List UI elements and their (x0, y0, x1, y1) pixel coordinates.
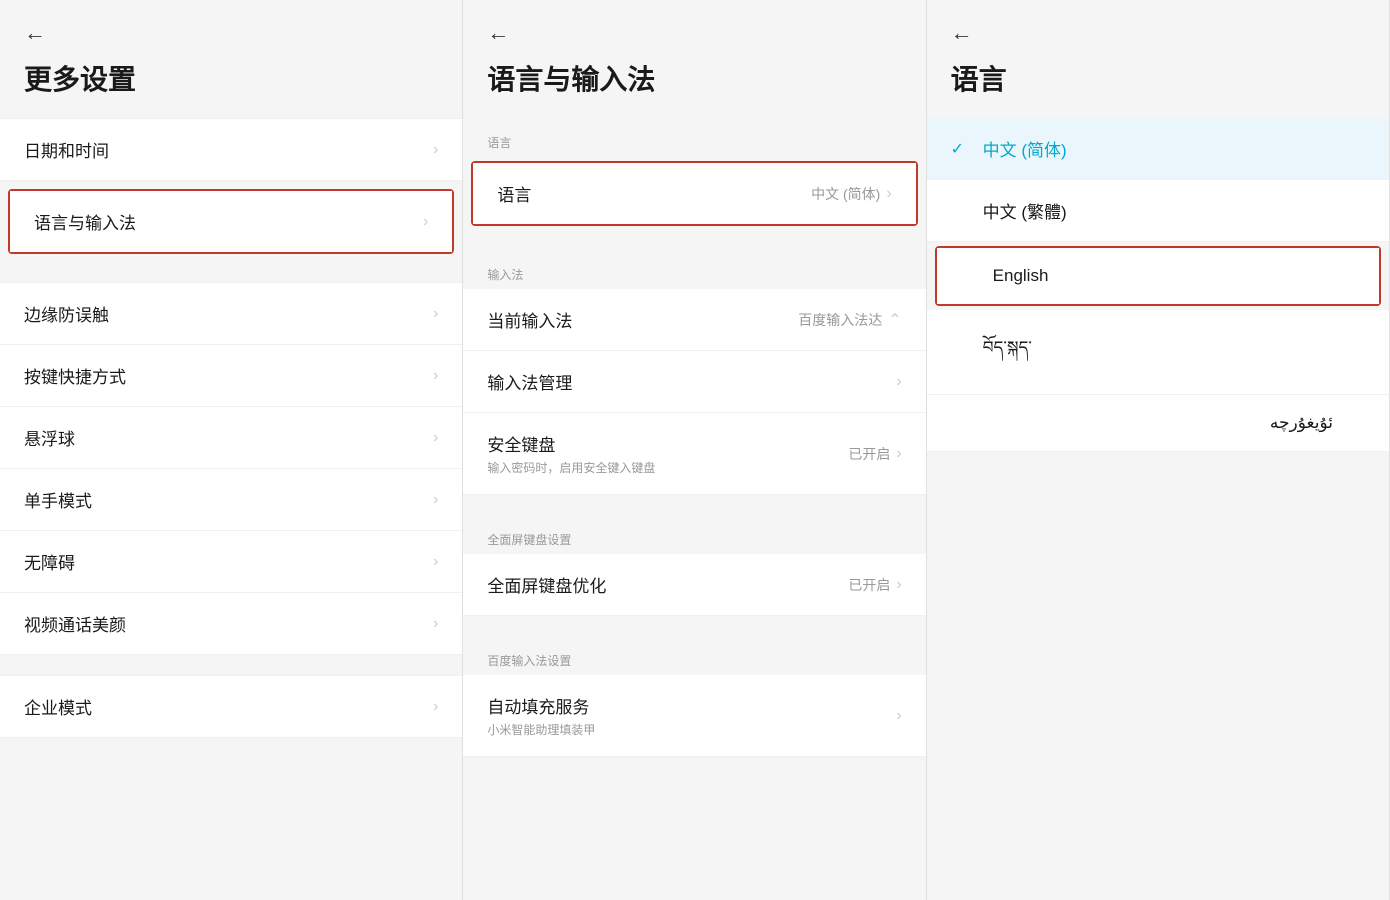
zh-hant-check-icon: ✓ (951, 201, 971, 221)
english-check-icon: ✓ (961, 266, 981, 286)
panel2-language-section-label: 语言 (463, 118, 925, 157)
panel-language-input: ← 语言与输入法 语言 语言 中文 (简体) › 输入法 当前输入法 (463, 0, 926, 900)
list-item-secure-keyboard[interactable]: 安全键盘 输入密码时，启用安全键入键盘 已开启 › (463, 413, 925, 495)
panel3-title: 语言 (951, 58, 1365, 98)
list-item-floating-ball[interactable]: 悬浮球 › (0, 407, 462, 469)
panel1-group3: 企业模式 › (0, 675, 462, 738)
lang-item-zh-hans[interactable]: ✓ 中文 (简体) (927, 118, 1389, 180)
tibetan-label: བོད་སྐད་ (983, 328, 1032, 376)
english-label: English (993, 266, 1049, 286)
panel2-title: 语言与输入法 (487, 58, 901, 98)
button-shortcut-label: 按键快捷方式 (24, 363, 126, 388)
panel1-title: 更多设置 (24, 58, 438, 98)
list-item-language[interactable]: 语言 中文 (简体) › (473, 163, 915, 224)
fullscreen-keyboard-value: 已开启 (848, 575, 890, 595)
panel3-header: ← 语言 (927, 0, 1389, 118)
english-highlight-wrapper: ✓ English (935, 246, 1381, 306)
panel1-group1: 日期和时间 › 语言与输入法 › (0, 118, 462, 254)
panel1-group2: 边缘防误触 › 按键快捷方式 › 悬浮球 › (0, 282, 462, 655)
panel2-input-section-label: 输入法 (463, 250, 925, 289)
list-item-enterprise[interactable]: 企业模式 › (0, 675, 462, 738)
language-input-chevron-icon: › (423, 213, 428, 231)
list-item-autofill[interactable]: 自动填充服务 小米智能助理填装甲 › (463, 675, 925, 757)
tibetan-check-icon: ✓ (951, 342, 971, 362)
floating-ball-chevron-icon: › (433, 429, 438, 447)
list-item-edge-touch[interactable]: 边缘防误触 › (0, 282, 462, 345)
floating-ball-label: 悬浮球 (24, 425, 75, 450)
secure-keyboard-subtitle: 输入密码时，启用安全键入键盘 (487, 459, 655, 476)
language-input-highlight-wrapper: 语言与输入法 › (8, 189, 454, 254)
fullscreen-keyboard-chevron-icon: › (896, 576, 901, 594)
panel2-content: 语言 语言 中文 (简体) › 输入法 当前输入法 百度输入法达 ⌃ (463, 118, 925, 900)
panel2-divider1 (463, 230, 925, 250)
one-hand-chevron-icon: › (433, 491, 438, 509)
one-hand-label: 单手模式 (24, 487, 92, 512)
autofill-label: 自动填充服务 (487, 693, 595, 718)
button-shortcut-chevron-icon: › (433, 367, 438, 385)
list-item-accessibility[interactable]: 无障碍 › (0, 531, 462, 593)
current-ime-expand-icon: ⌃ (888, 310, 901, 330)
panel1-back-button[interactable]: ← (24, 20, 438, 46)
datetime-chevron-icon: › (433, 141, 438, 159)
language-item-highlight-wrapper: 语言 中文 (简体) › (471, 161, 917, 226)
secure-keyboard-chevron-icon: › (896, 445, 901, 463)
fullscreen-keyboard-label: 全面屏键盘优化 (487, 572, 606, 597)
accessibility-chevron-icon: › (433, 553, 438, 571)
panel-language: ← 语言 ✓ 中文 (简体) ✓ 中文 (繁體) ✓ English ✓ བོད… (927, 0, 1390, 900)
lang-item-english[interactable]: ✓ English (937, 248, 1379, 304)
edge-touch-label: 边缘防误触 (24, 301, 109, 326)
video-beauty-chevron-icon: › (433, 615, 438, 633)
list-item-current-ime[interactable]: 当前输入法 百度输入法达 ⌃ (463, 289, 925, 351)
uyghur-check-icon: ✓ (1333, 413, 1353, 433)
panel-more-settings: ← 更多设置 日期和时间 › 语言与输入法 › (0, 0, 463, 900)
lang-item-tibetan[interactable]: ✓ བོད་སྐད་ (927, 310, 1389, 395)
panel1-header: ← 更多设置 (0, 0, 462, 118)
current-ime-value: 百度输入法达 (798, 310, 882, 330)
zh-hans-check-icon: ✓ (951, 139, 971, 159)
zh-hans-label: 中文 (简体) (983, 136, 1067, 161)
panel3-back-button[interactable]: ← (951, 20, 1365, 46)
ime-manage-label: 输入法管理 (487, 369, 572, 394)
list-item-one-hand[interactable]: 单手模式 › (0, 469, 462, 531)
zh-hant-label: 中文 (繁體) (983, 198, 1067, 223)
lang-item-zh-hant[interactable]: ✓ 中文 (繁體) (927, 180, 1389, 242)
autofill-subtitle: 小米智能助理填装甲 (487, 721, 595, 738)
current-ime-label: 当前输入法 (487, 307, 572, 332)
panel2-fullscreen-section-label: 全面屏键盘设置 (463, 515, 925, 554)
autofill-chevron-icon: › (896, 707, 901, 725)
edge-touch-chevron-icon: › (433, 305, 438, 323)
ime-manage-chevron-icon: › (896, 373, 901, 391)
panel1-content: 日期和时间 › 语言与输入法 › (0, 118, 462, 900)
language-item-value: 中文 (简体) (811, 184, 880, 204)
language-item-label: 语言 (497, 181, 531, 206)
panel1-divider2 (0, 655, 462, 675)
panel3-content: ✓ 中文 (简体) ✓ 中文 (繁體) ✓ English ✓ བོད་སྐད་… (927, 118, 1389, 900)
language-item-chevron-icon: › (886, 185, 891, 203)
list-item-video-beauty[interactable]: 视频通话美颜 › (0, 593, 462, 655)
video-beauty-label: 视频通话美颜 (24, 611, 126, 636)
panel2-divider3 (463, 616, 925, 636)
panel1-divider1 (0, 262, 462, 282)
lang-item-uyghur[interactable]: ✓ ئۇيغۇرچە (927, 395, 1389, 452)
panel2-ai-section-label: 百度输入法设置 (463, 636, 925, 675)
list-item-datetime[interactable]: 日期和时间 › (0, 118, 462, 181)
uyghur-label: ئۇيغۇرچە (1270, 413, 1333, 433)
language-input-label: 语言与输入法 (34, 209, 136, 234)
secure-keyboard-label: 安全键盘 (487, 431, 655, 456)
enterprise-chevron-icon: › (433, 698, 438, 716)
secure-keyboard-value: 已开启 (848, 444, 890, 464)
list-item-button-shortcut[interactable]: 按键快捷方式 › (0, 345, 462, 407)
list-item-fullscreen-keyboard[interactable]: 全面屏键盘优化 已开启 › (463, 554, 925, 616)
list-item-ime-manage[interactable]: 输入法管理 › (463, 351, 925, 413)
panel2-divider2 (463, 495, 925, 515)
accessibility-label: 无障碍 (24, 549, 75, 574)
datetime-label: 日期和时间 (24, 137, 109, 162)
panel2-back-button[interactable]: ← (487, 20, 901, 46)
panel2-header: ← 语言与输入法 (463, 0, 925, 118)
enterprise-label: 企业模式 (24, 694, 92, 719)
list-item-language-input[interactable]: 语言与输入法 › (10, 191, 452, 252)
